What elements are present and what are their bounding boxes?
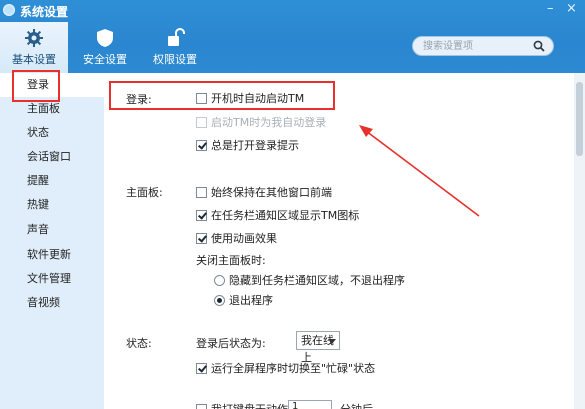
annotation-arrow-icon bbox=[359, 125, 480, 217]
